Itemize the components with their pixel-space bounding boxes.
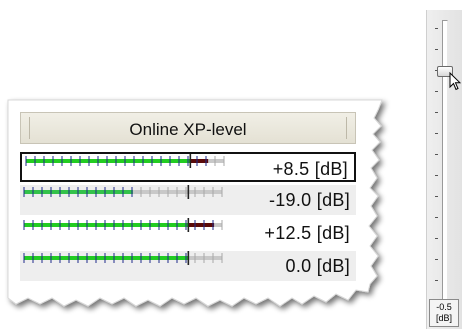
level-value: 0.0 [dB] <box>285 256 350 276</box>
fader-tick <box>435 49 438 50</box>
level-meter <box>23 185 223 199</box>
fader-unit: [dB] <box>435 313 452 323</box>
fader-tick <box>435 133 438 134</box>
fader-tick <box>435 112 438 113</box>
meter-level-bar <box>26 159 191 163</box>
level-row[interactable]: 0.0 [dB] <box>20 251 356 281</box>
fader-tick <box>435 154 438 155</box>
table-header: Online XP-level <box>20 112 356 144</box>
level-row[interactable]: -19.0 [dB] <box>20 185 356 215</box>
level-row[interactable]: +12.5 [dB] <box>20 218 356 248</box>
fader-readout: -0.5 [dB] <box>429 299 459 327</box>
fader-tick <box>435 91 438 92</box>
fader-tick <box>435 280 438 281</box>
level-meter <box>23 218 223 232</box>
level-fader[interactable]: -0.5 [dB] <box>426 10 462 329</box>
fader-value: -0.5 <box>436 302 452 312</box>
meter-over-bar <box>188 223 215 227</box>
fader-tick <box>435 175 438 176</box>
fader-track[interactable] <box>442 20 448 301</box>
panel-title: Online XP-level <box>129 120 247 139</box>
level-value: +8.5 [dB] <box>272 159 348 179</box>
header-divider <box>346 117 347 139</box>
level-meter <box>25 154 225 168</box>
fader-tick <box>435 238 438 239</box>
meter-level-bar <box>24 223 189 227</box>
mouse-pointer-icon <box>449 72 461 91</box>
level-value: -19.0 [dB] <box>268 190 350 210</box>
fader-tick <box>435 259 438 260</box>
meter-over-bar <box>190 159 209 163</box>
meter-level-bar <box>24 256 189 260</box>
fader-tick <box>435 28 438 29</box>
level-row[interactable]: +8.5 [dB] <box>20 152 356 182</box>
xp-level-panel: Online XP-level +8.5 [dB] -19.0 [dB] +12.5… <box>0 0 400 329</box>
fader-tick <box>435 196 438 197</box>
fader-tick <box>435 217 438 218</box>
level-meter <box>23 251 223 265</box>
level-value: +12.5 [dB] <box>264 223 350 243</box>
